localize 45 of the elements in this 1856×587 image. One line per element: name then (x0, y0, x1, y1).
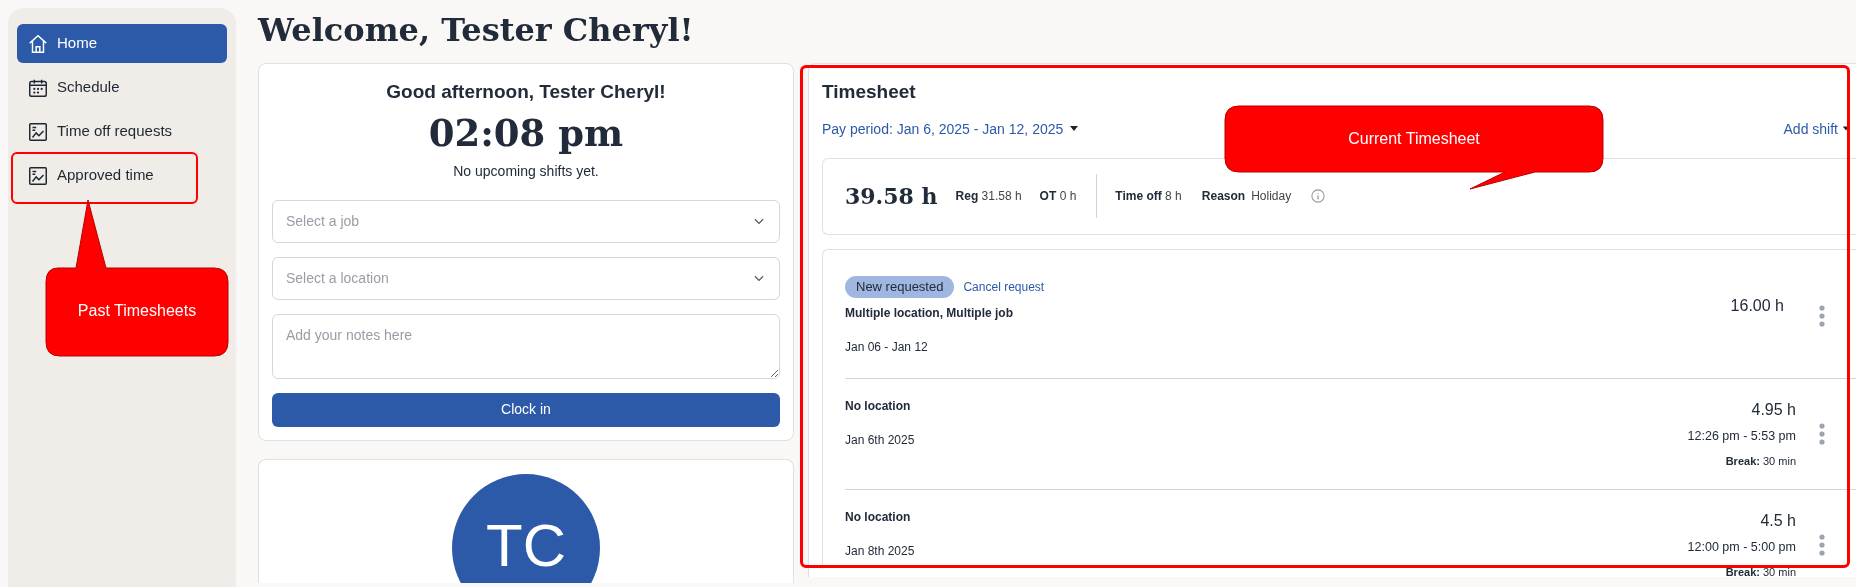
clock-in-button[interactable]: Clock in (272, 392, 780, 427)
greeting-text: Good afternoon, Tester Cheryl! (386, 80, 666, 104)
overtime-hours: OT 0 h (1039, 188, 1077, 205)
more-options-icon[interactable] (1818, 304, 1826, 327)
sidebar-item[interactable]: Schedule (17, 68, 130, 107)
entry-hours: 4.95 h (1751, 399, 1796, 420)
entry-title: No location (845, 397, 912, 415)
reason-text: Reason Holiday (1201, 188, 1292, 205)
cancel-request-link[interactable]: Cancel request (963, 277, 1045, 296)
more-options-icon[interactable] (1818, 533, 1826, 556)
sidebar-item[interactable]: Approved time (17, 156, 164, 195)
pay-period-dropdown[interactable]: Pay period: Jan 6, 2025 - Jan 12, 2025 (822, 118, 1080, 140)
regular-hours: Reg 31.58 h (955, 188, 1022, 205)
callout-label: Current Timesheet (1348, 129, 1480, 149)
break-text: Break: 30 min (1725, 564, 1796, 580)
page-title: Welcome, Tester Cheryl! (258, 10, 694, 51)
status-text: No upcoming shifts yet. (453, 161, 599, 181)
caret-icon (1842, 126, 1850, 132)
home-icon (27, 32, 49, 55)
avatar: TC (452, 473, 600, 583)
caret-icon (1069, 126, 1080, 132)
chart-icon (27, 164, 49, 187)
sidebar-item[interactable]: Time off requests (17, 112, 183, 151)
time-range: 12:26 pm - 5:53 pm (1687, 427, 1796, 445)
entry-date: Jan 06 - Jan 12 (845, 338, 929, 356)
more-options-icon[interactable] (1818, 422, 1826, 445)
callout-label: Past Timesheets (77, 301, 197, 321)
chart-icon (27, 120, 49, 143)
notes-field[interactable]: Add your notes here (272, 313, 780, 379)
add-shift-dropdown[interactable]: Add shift (1783, 118, 1850, 140)
entry-hours: 4.5 h (1760, 510, 1796, 531)
entry-hours: 16.00 h (1730, 295, 1784, 316)
entry-date: Jan 8th 2025 (845, 542, 916, 560)
time-off-hours: Time off 8 h (1115, 188, 1182, 205)
total-hours: 39.58 h (845, 181, 938, 211)
info-icon[interactable] (1311, 189, 1326, 203)
time-range: 12:00 pm - 5:00 pm (1687, 538, 1796, 556)
sidebar-item[interactable]: Home (17, 24, 227, 63)
clock-time: 02:08 pm (428, 109, 624, 157)
status-badge: New requested (845, 275, 955, 298)
entry-title: Multiple location, Multiple job (845, 304, 1014, 322)
entry-date: Jan 6th 2025 (845, 431, 916, 449)
break-text: Break: 30 min (1725, 453, 1796, 469)
entry-title: No location (845, 508, 912, 526)
panel-title: Timesheet (822, 80, 916, 104)
